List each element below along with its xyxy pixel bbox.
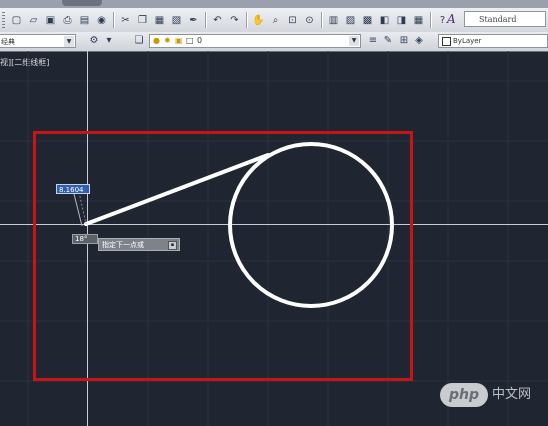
tangent-line[interactable]	[84, 153, 270, 226]
publish-icon[interactable]: ◉	[95, 14, 108, 27]
zoom-window-icon[interactable]: ⊡	[286, 14, 299, 27]
color-control-dropdown[interactable]: ByLayer	[438, 34, 548, 48]
angle-input-field[interactable]: 18°	[72, 234, 98, 244]
title-strip	[0, 0, 548, 8]
layer-color-icon: □	[186, 36, 194, 45]
layers-toolbar: 经典 ▼ ⚙ ▾ ❏ ● ✹ ▣ □ 0 ▼ ≡ ✎ ⊞ ◈ ByLayer	[0, 32, 548, 52]
gear-icon[interactable]: ⚙	[88, 35, 100, 47]
design-center-icon[interactable]: ▨	[344, 14, 357, 27]
undo-icon[interactable]: ↶	[211, 14, 224, 27]
prompt-text: 指定下一点或	[102, 241, 144, 249]
dimension-line	[73, 193, 83, 227]
watermark-text: 中文网	[492, 387, 532, 402]
chevron-down-icon[interactable]: ▼	[349, 36, 359, 46]
color-control-label: ByLayer	[453, 37, 482, 45]
layer-freeze-icon: ✹	[164, 36, 171, 45]
layer-name-icon: 0	[197, 36, 203, 45]
layer-manager-icon[interactable]: ❏	[133, 35, 145, 47]
cut-icon[interactable]: ✂	[119, 14, 132, 27]
prompt-options-icon[interactable]: ▪	[168, 241, 177, 250]
layer-dropdown[interactable]: ● ✹ ▣ □ 0 ▼	[149, 34, 361, 48]
text-style-icon[interactable]: A	[447, 12, 461, 26]
command-prompt-tooltip: 指定下一点或 ▪	[98, 238, 180, 251]
print-icon[interactable]: ⎙	[61, 14, 74, 27]
length-input-field[interactable]: 8.1604	[56, 184, 90, 194]
preview-icon[interactable]: ▤	[78, 14, 91, 27]
layer-lock-icon: ▣	[175, 36, 183, 45]
open-icon[interactable]: ▱	[27, 14, 40, 27]
standard-toolbar: ▢ ▱ ▣ ⎙ ▤ ◉ ✂ ❐ ▦ ▧ ✒ ↶ ↷ ✋ ⌕ ⊡ ⊙ ▥ ▨ ▩ ◧ ◨ ▦? A Standard	[0, 8, 548, 33]
layer-isolate-icon[interactable]: ◈	[413, 35, 425, 47]
save-icon[interactable]: ▣	[44, 14, 57, 27]
zoom-realtime-icon[interactable]: ⌕	[269, 14, 282, 27]
paste-icon[interactable]: ▦	[153, 14, 166, 27]
watermark: php 中文网	[440, 381, 548, 409]
watermark-logo: php	[440, 383, 488, 407]
selection-rectangle	[33, 131, 413, 381]
make-current-icon[interactable]: ✎	[382, 35, 394, 47]
tool-palettes-icon[interactable]: ▩	[361, 14, 374, 27]
new-icon[interactable]: ▢	[10, 14, 23, 27]
workspace-menu-icon[interactable]: ▾	[103, 35, 115, 47]
toolbar-separator	[321, 12, 322, 28]
toolbar-separator	[246, 12, 247, 28]
match-icon[interactable]: ▧	[170, 14, 183, 27]
text-style-dropdown[interactable]: Standard	[464, 11, 546, 27]
layer-on-icon: ●	[153, 36, 160, 45]
zoom-previous-icon[interactable]: ⊙	[303, 14, 316, 27]
layer-previous-icon[interactable]: ≡	[367, 35, 379, 47]
pan-icon[interactable]: ✋	[252, 14, 265, 27]
toolbar-separator	[205, 12, 206, 28]
sheet-set-icon[interactable]: ◧	[378, 14, 391, 27]
calc-icon[interactable]: ▦	[412, 14, 425, 27]
layer-states-icon[interactable]: ⊞	[398, 35, 410, 47]
redo-icon[interactable]: ↷	[228, 14, 241, 27]
chevron-down-icon[interactable]: ▼	[64, 36, 74, 47]
properties-icon[interactable]: ▥	[327, 14, 340, 27]
toolbar-grip[interactable]	[2, 12, 5, 28]
toolbar-separator	[430, 12, 431, 28]
tab-cap[interactable]	[62, 0, 102, 6]
brush-icon[interactable]: ✒	[187, 14, 200, 27]
color-swatch-icon	[442, 37, 451, 46]
workspace-dropdown[interactable]: 经典 ▼	[0, 34, 76, 48]
toolbar-separator	[113, 12, 114, 28]
copy-icon[interactable]: ❐	[136, 14, 149, 27]
workspace-label: 经典	[1, 38, 15, 46]
markup-icon[interactable]: ◨	[395, 14, 408, 27]
